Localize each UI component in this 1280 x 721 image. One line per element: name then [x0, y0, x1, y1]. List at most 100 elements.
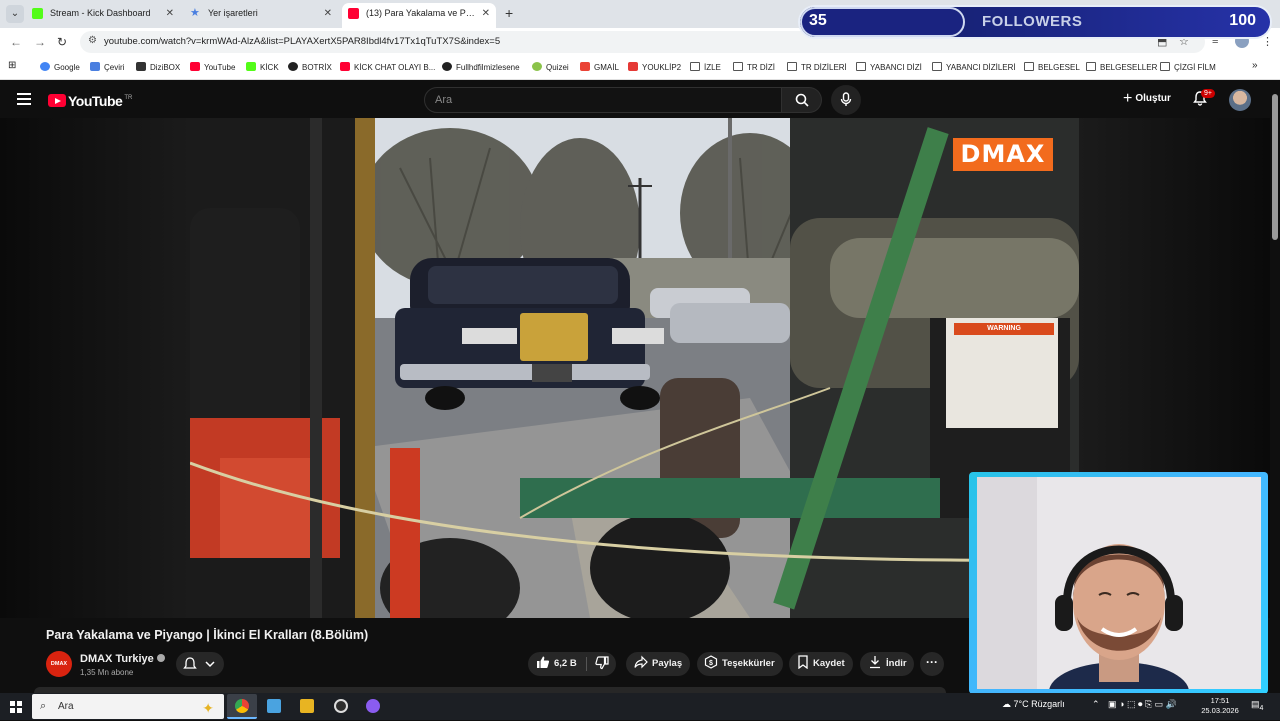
close-icon[interactable]: ✕ — [482, 3, 490, 24]
back-arrow-icon[interactable]: ← — [10, 35, 22, 49]
subscribed-bell-button[interactable] — [176, 652, 224, 676]
kick-icon — [246, 62, 256, 71]
download-button[interactable]: İndir — [860, 652, 914, 676]
kick-icon — [32, 8, 43, 19]
channel-name[interactable]: DMAX Turkiye — [80, 653, 165, 665]
translate-icon — [90, 62, 100, 71]
search-icon — [795, 93, 809, 107]
apps-grid-icon[interactable]: ⊞ — [8, 60, 16, 71]
folder-icon — [1024, 62, 1034, 71]
like-button[interactable]: 6,2 B — [536, 652, 577, 676]
forward-arrow-icon[interactable]: → — [34, 35, 46, 49]
tab-title: Yer işaretleri — [208, 8, 258, 18]
search-button[interactable] — [782, 87, 822, 113]
svg-text:$: $ — [709, 660, 713, 667]
menu-icon[interactable] — [17, 93, 31, 108]
reload-icon[interactable]: ↻ — [57, 35, 67, 49]
bookmarks-bar: ⊞ Google Çeviri DiziBOX YouTube KİCK BOT… — [0, 56, 1280, 80]
dislike-button[interactable] — [595, 653, 613, 677]
film-icon — [442, 62, 452, 71]
youtube-wordmark: YouTube — [68, 92, 123, 109]
save-button[interactable]: Kaydet — [789, 652, 853, 676]
bookmark-kick-chat[interactable]: KİCK CHAT OLAYI B... — [340, 62, 435, 72]
notification-badge: 9+ — [1201, 89, 1215, 98]
dizibox-icon — [136, 62, 146, 71]
google-icon — [40, 62, 50, 71]
media-player-icon — [300, 699, 314, 713]
search-input[interactable] — [424, 87, 782, 113]
bookmark-folder-tr-dizi[interactable]: TR DİZİ — [733, 62, 775, 72]
channel-avatar[interactable]: DMAX — [46, 651, 72, 677]
bookmark-gmail[interactable]: GMAİL — [580, 62, 619, 72]
folder-icon — [1086, 62, 1096, 71]
windows-start-icon[interactable] — [10, 701, 22, 713]
search-icon: ⌕ — [40, 700, 47, 712]
youtube-play-icon — [48, 94, 66, 108]
bookmark-folder-cizgi-film[interactable]: ÇİZGİ FİLM — [1160, 62, 1216, 72]
webcam-feed — [977, 477, 1261, 689]
voice-search-button[interactable] — [831, 85, 861, 115]
streaming-app-taskbar-app[interactable] — [358, 694, 388, 719]
page-scrollbar-thumb[interactable] — [1272, 94, 1278, 240]
video-player[interactable]: DMAX WARNING — [190, 118, 1079, 618]
new-tab-plus-icon[interactable]: + — [505, 5, 513, 21]
followers-goal-overlay: 35 FOLLOWERS 100 — [800, 7, 1270, 37]
close-icon[interactable]: ✕ — [324, 3, 332, 24]
tab-youtube-video[interactable]: (13) Para Yakalama ve Piyango ✕ — [342, 3, 496, 28]
taskbar-search[interactable]: ⌕ Ara ✦ — [32, 694, 224, 719]
tab-title: Stream - Kick Dashboard — [50, 8, 151, 18]
folder-icon — [856, 62, 866, 71]
bookmark-kick[interactable]: KİCK — [246, 62, 279, 72]
folder-icon — [932, 62, 942, 71]
thanks-button[interactable]: $ Teşekkürler — [697, 652, 783, 676]
bookmark-botrix[interactable]: BOTRİX — [288, 62, 332, 72]
bookmark-folder-izle[interactable]: İZLE — [690, 62, 721, 72]
tray-overflow-chevron-icon[interactable]: ⌃ — [1092, 699, 1100, 710]
followers-goal: 100 — [1229, 12, 1256, 29]
create-button[interactable]: + Oluştur — [1115, 86, 1181, 112]
bookmark-folder-yabanci-dizi[interactable]: YABANCI DİZİ — [856, 62, 922, 72]
bookmark-folder-tr-dizileri[interactable]: TR DİZİLERİ — [787, 62, 847, 72]
chrome-taskbar-app[interactable] — [227, 694, 257, 719]
youtube-icon — [190, 62, 200, 71]
tab-search-chevron-icon[interactable]: ⌄ — [6, 5, 24, 23]
more-bookmarks-chevron-icon[interactable]: » — [1252, 60, 1258, 71]
more-menu-icon[interactable]: ⋮ — [1262, 35, 1273, 48]
bookmark-youtube[interactable]: YouTube — [190, 62, 235, 72]
account-avatar[interactable] — [1229, 89, 1251, 111]
bookmark-dizibox[interactable]: DiziBOX — [136, 62, 180, 72]
bookmark-quizei[interactable]: Quizei — [532, 62, 569, 72]
thumbs-down-icon — [595, 656, 609, 670]
bookmark-folder-belgesel[interactable]: BELGESEL — [1024, 62, 1080, 72]
botrix-icon — [288, 62, 298, 71]
tab-kick-dashboard[interactable]: Stream - Kick Dashboard ✕ — [26, 3, 180, 28]
bookmark-fullhd[interactable]: Fullhdfilmizlesene — [442, 62, 520, 72]
share-button[interactable]: Paylaş — [626, 652, 690, 676]
tab-bookmarks[interactable]: ★ Yer işaretleri ✕ — [184, 3, 338, 28]
quizei-icon — [532, 62, 542, 71]
country-code: TR — [124, 95, 133, 101]
bell-chevron-icon — [183, 657, 215, 669]
site-settings-icon[interactable]: ⚙ — [88, 35, 97, 46]
clock-time: 17:51 — [1210, 696, 1230, 705]
bookmark-folder-yabanci-dizileri[interactable]: YABANCI DİZİLERİ — [932, 62, 1016, 72]
tab-title: (13) Para Yakalama ve Piyango — [366, 8, 476, 18]
notification-center-icon[interactable]: ▤4 — [1251, 699, 1263, 712]
media-taskbar-app[interactable] — [292, 694, 322, 719]
system-clock[interactable]: 17:51 25.03.2026 — [1200, 696, 1240, 716]
bookmark-google[interactable]: Google — [40, 62, 80, 72]
bookmark-ceviri[interactable]: Çeviri — [90, 62, 124, 72]
weather-widget[interactable]: ☁ 7°C Rüzgarlı — [1002, 699, 1065, 710]
tray-icons[interactable]: ▣ ◑ ⬚ ⏺ ⎘ ▭ 🔊 — [1108, 699, 1177, 710]
file-explorer-taskbar-app[interactable] — [259, 694, 289, 719]
obs-taskbar-app[interactable] — [326, 694, 356, 719]
bookmark-folder-belgeseller[interactable]: BELGESELLER — [1086, 62, 1157, 72]
more-actions-icon[interactable]: ··· — [920, 652, 944, 676]
bookmark-icon — [798, 655, 808, 670]
download-icon — [870, 656, 880, 669]
video-title: Para Yakalama ve Piyango | İkinci El Kra… — [46, 628, 369, 642]
close-icon[interactable]: ✕ — [166, 3, 174, 24]
bookmark-youklip[interactable]: YOUKLİP2 — [628, 62, 681, 72]
followers-label: FOLLOWERS — [982, 13, 1083, 30]
youtube-logo[interactable]: YouTube TR — [48, 92, 132, 110]
